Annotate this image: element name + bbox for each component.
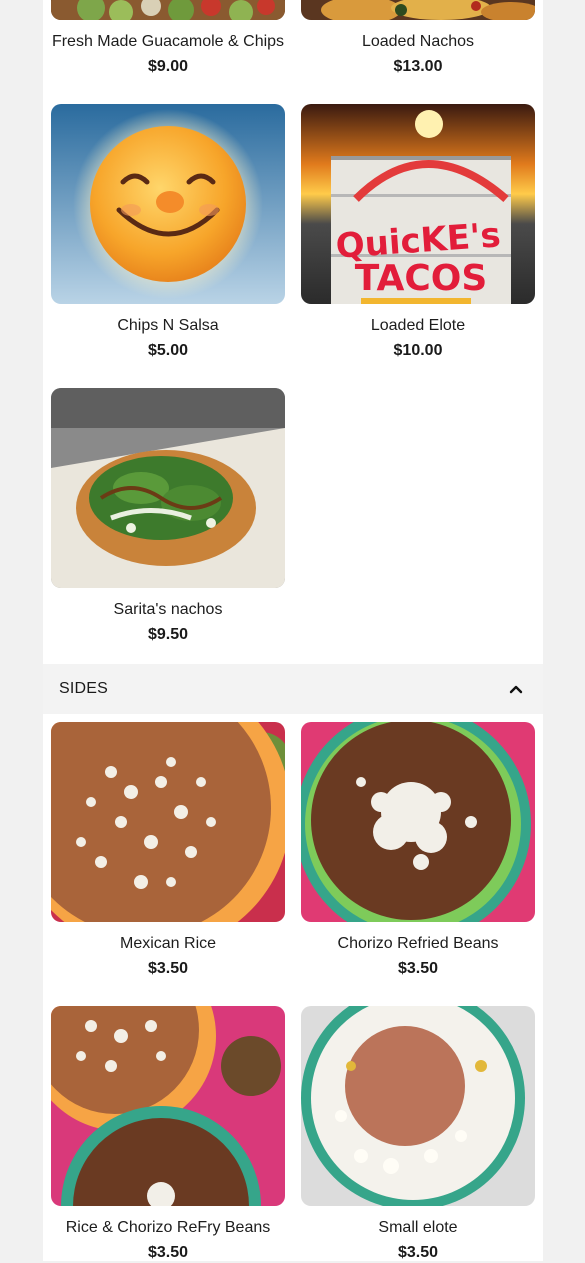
- item-price: $3.50: [147, 960, 189, 977]
- item-price: $9.50: [147, 626, 189, 643]
- item-name: Loaded Nachos: [361, 33, 475, 50]
- guacamole-photo[interactable]: [51, 0, 285, 20]
- item-name: Small elote: [378, 1219, 458, 1236]
- section-title: SIDES: [59, 680, 109, 697]
- item-name: Rice & Chorizo ReFry Beans: [65, 1219, 271, 1236]
- menu-item-card[interactable]: Fresh Made Guacamole & Chips $9.00: [51, 0, 285, 77]
- item-name: Loaded Elote: [370, 317, 466, 334]
- item-price: $9.00: [147, 58, 189, 75]
- small-elote-photo[interactable]: [301, 1006, 535, 1206]
- item-price: $3.50: [397, 1244, 439, 1261]
- menu-item-card[interactable]: Rice & Chorizo ReFry Beans $3.50: [51, 1006, 285, 1263]
- appetizers-grid: Fresh Made Guacamole & Chips $9.00 Loade…: [43, 0, 543, 77]
- item-name: Chorizo Refried Beans: [337, 935, 499, 952]
- appetizers-grid-row2: Chips N Salsa $5.00 QuicKE's TACOS Loade…: [43, 104, 543, 361]
- item-price: $10.00: [393, 342, 443, 359]
- nachos-photo[interactable]: [301, 0, 535, 20]
- sides-grid: Mexican Rice $3.50 Chorizo Refried Beans: [43, 722, 543, 979]
- menu-item-card[interactable]: Chorizo Refried Beans $3.50: [301, 722, 535, 979]
- sides-grid-row2: Rice & Chorizo ReFry Beans $3.50 Small e…: [43, 1006, 543, 1263]
- refried-beans-photo[interactable]: [301, 722, 535, 922]
- item-price: $5.00: [147, 342, 189, 359]
- menu-item-card[interactable]: Mexican Rice $3.50: [51, 722, 285, 979]
- chevron-up-icon[interactable]: [509, 682, 523, 696]
- tacos-sign-photo[interactable]: QuicKE's TACOS: [301, 104, 535, 304]
- sides-section-header[interactable]: SIDES: [43, 664, 543, 714]
- menu-item-card[interactable]: Sarita's nachos $9.50: [51, 388, 285, 645]
- mexican-rice-photo[interactable]: [51, 722, 285, 922]
- menu-item-card[interactable]: QuicKE's TACOS Loaded Elote $10.00: [301, 104, 535, 361]
- svg-text:TACOS: TACOS: [355, 258, 488, 299]
- menu-page: Fresh Made Guacamole & Chips $9.00 Loade…: [43, 0, 543, 1261]
- item-price: $3.50: [147, 1244, 189, 1261]
- appetizers-grid-row3: Sarita's nachos $9.50: [43, 388, 543, 645]
- menu-item-card[interactable]: Chips N Salsa $5.00: [51, 104, 285, 361]
- menu-item-card[interactable]: Small elote $3.50: [301, 1006, 535, 1263]
- item-name: Chips N Salsa: [117, 317, 219, 334]
- smiling-sun-image[interactable]: [51, 104, 285, 304]
- saritas-nachos-photo[interactable]: [51, 388, 285, 588]
- rice-beans-photo[interactable]: [51, 1006, 285, 1206]
- menu-item-card[interactable]: Loaded Nachos $13.00: [301, 0, 535, 77]
- item-name: Sarita's nachos: [113, 601, 223, 618]
- item-price: $13.00: [393, 58, 443, 75]
- item-price: $3.50: [397, 960, 439, 977]
- item-name: Mexican Rice: [119, 935, 217, 952]
- item-name: Fresh Made Guacamole & Chips: [51, 33, 285, 50]
